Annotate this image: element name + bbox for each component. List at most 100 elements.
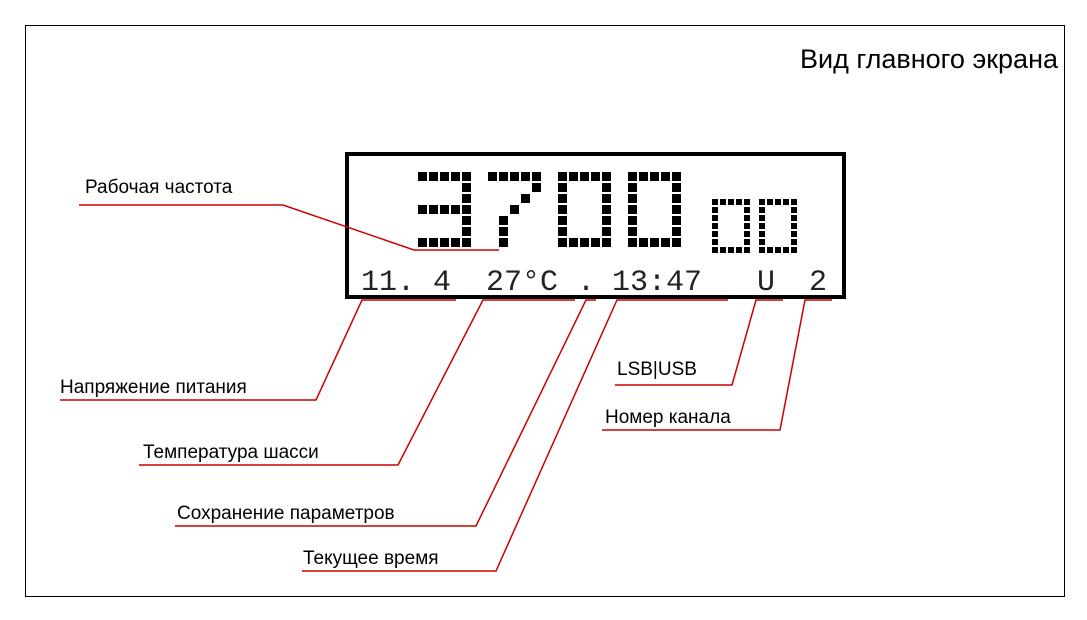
display-pixel — [759, 223, 765, 229]
display-pixel — [712, 215, 718, 221]
display-pixel — [462, 183, 471, 192]
display-pixel — [759, 207, 765, 213]
display-pixel — [429, 172, 438, 181]
display-pixel — [628, 216, 637, 225]
display-pixel — [672, 227, 681, 236]
display-pixel — [499, 227, 508, 236]
display-pixel — [791, 239, 797, 245]
leader-save — [175, 299, 596, 527]
display-pixel — [791, 231, 797, 237]
label-save: Сохранение параметров — [177, 503, 395, 524]
status-save-flag: . — [577, 266, 595, 300]
display-pixel — [672, 216, 681, 225]
display-pixel — [602, 227, 611, 236]
display-pixel — [672, 205, 681, 214]
display-pixel — [759, 247, 765, 253]
display-pixel — [462, 216, 471, 225]
display-pixel — [532, 172, 541, 181]
display-pixel — [728, 199, 734, 205]
display-pixel — [418, 172, 427, 181]
display-pixel — [639, 238, 648, 247]
display-pixel — [521, 194, 530, 203]
display-pixel — [650, 238, 659, 247]
display-pixel — [767, 247, 773, 253]
label-channel: Номер канала — [605, 407, 731, 428]
label-temperature: Температура шасси — [143, 442, 319, 463]
display-pixel — [712, 223, 718, 229]
display-pixel — [672, 238, 681, 247]
display-pixel — [558, 194, 567, 203]
display-pixel — [712, 231, 718, 237]
display-pixel — [462, 172, 471, 181]
status-channel: 2 — [809, 266, 827, 300]
display-pixel — [558, 172, 567, 181]
display-pixel — [558, 183, 567, 192]
display-pixel — [440, 172, 449, 181]
display-pixel — [720, 247, 726, 253]
display-pixel — [591, 238, 600, 247]
display-pixel — [451, 172, 460, 181]
display-pixel — [580, 172, 589, 181]
display-pixel — [510, 205, 519, 214]
display-pixel — [672, 172, 681, 181]
display-pixel — [488, 172, 497, 181]
display-pixel — [661, 172, 670, 181]
display-pixel — [712, 239, 718, 245]
display-pixel — [628, 172, 637, 181]
display-pixel — [661, 238, 670, 247]
display-pixel — [783, 247, 789, 253]
display-pixel — [775, 247, 781, 253]
display-pixel — [775, 199, 781, 205]
display-pixel — [429, 238, 438, 247]
display-pixel — [628, 183, 637, 192]
display-pixel — [602, 216, 611, 225]
label-time: Текущее время — [303, 548, 439, 569]
display-pixel — [759, 239, 765, 245]
status-time: 13:47 — [612, 266, 702, 300]
display-pixel — [767, 199, 773, 205]
display-pixel — [759, 215, 765, 221]
label-voltage: Напряжение питания — [60, 377, 247, 398]
label-frequency: Рабочая частота — [85, 177, 233, 198]
display-pixel — [744, 247, 750, 253]
display-pixel — [791, 215, 797, 221]
display-pixel — [628, 205, 637, 214]
display-pixel — [744, 239, 750, 245]
display-pixel — [791, 223, 797, 229]
status-line: 11. 4 27°C . 13:47 U 2 — [361, 266, 827, 300]
display-pixel — [628, 194, 637, 203]
display-pixel — [672, 183, 681, 192]
display-pixel — [744, 223, 750, 229]
display-pixel — [602, 183, 611, 192]
leader-time — [302, 299, 728, 572]
display-pixel — [628, 227, 637, 236]
display-diagram: 11. 4 27°C . 13:47 U 2 — [60, 152, 846, 572]
display-pixel — [744, 199, 750, 205]
display-pixel — [429, 205, 438, 214]
display-pixel — [499, 238, 508, 247]
display-pixel — [418, 205, 427, 214]
display-pixel — [791, 207, 797, 213]
display-pixel — [672, 194, 681, 203]
display-pixel — [569, 238, 578, 247]
display-pixel — [639, 172, 648, 181]
display-pixel — [650, 172, 659, 181]
display-pixel — [602, 205, 611, 214]
status-temperature: 27°C — [486, 266, 558, 300]
display-pixel — [499, 216, 508, 225]
display-pixel — [558, 216, 567, 225]
display-pixel — [791, 199, 797, 205]
display-pixel — [736, 247, 742, 253]
display-pixel — [418, 238, 427, 247]
display-pixel — [510, 172, 519, 181]
display-pixel — [440, 238, 449, 247]
display-pixel — [558, 227, 567, 236]
display-pixel — [759, 231, 765, 237]
display-pixel — [736, 199, 742, 205]
display-pixel — [558, 238, 567, 247]
display-pixel — [744, 215, 750, 221]
label-mode: LSB|USB — [617, 359, 697, 380]
display-pixel — [462, 194, 471, 203]
display-pixel — [580, 238, 589, 247]
display-pixel — [558, 205, 567, 214]
